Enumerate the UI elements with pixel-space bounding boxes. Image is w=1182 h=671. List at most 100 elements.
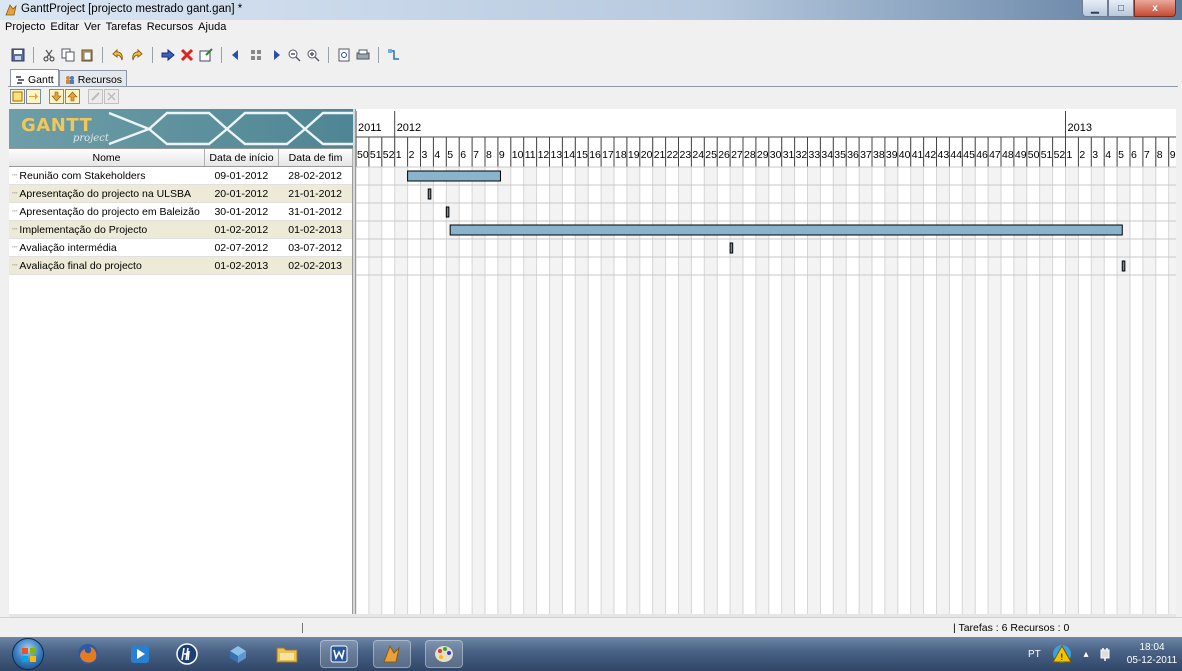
week-label: 27 — [731, 149, 743, 161]
center-view-icon[interactable] — [248, 47, 264, 63]
hp-icon[interactable] — [172, 640, 202, 668]
show-hidden-icons-icon[interactable]: ▴ — [1078, 640, 1094, 668]
week-label: 44 — [950, 149, 962, 161]
media-player-icon[interactable] — [125, 640, 155, 668]
week-label: 21 — [654, 149, 666, 161]
undo-icon[interactable] — [110, 47, 126, 63]
toolbar-separator — [378, 47, 379, 63]
week-label: 50 — [357, 149, 369, 161]
tab-recursos-label: Recursos — [77, 74, 123, 86]
week-label: 2 — [1079, 149, 1085, 161]
task-row[interactable]: ┄ Implementação do Projecto 01-02-2012 01… — [9, 221, 352, 239]
unlink-disabled-icon — [104, 89, 119, 104]
system-clock[interactable]: 18:04 05-12-2011 — [1126, 641, 1178, 667]
menu-editar[interactable]: Editar — [48, 20, 82, 35]
title-bar[interactable]: GanttProject [projecto mestrado gant.gan… — [0, 0, 1182, 20]
preview-icon[interactable] — [336, 47, 352, 63]
task-end-date: 03-07-2012 — [288, 241, 342, 254]
task-row[interactable]: ┄ Avaliação intermédia 02-07-2012 03-07-2… — [9, 239, 352, 257]
toolbar-separator — [33, 47, 34, 63]
task-name: Apresentação do projecto na ULSBA — [19, 187, 192, 200]
week-label: 11 — [525, 149, 536, 161]
week-label: 49 — [1015, 149, 1027, 161]
status-summary: | Tarefas : 6 Recursos : 0 — [953, 622, 1070, 634]
tab-gantt[interactable]: Gantt — [10, 69, 59, 87]
new-task-icon[interactable] — [10, 89, 25, 104]
week-label: 8 — [1157, 149, 1163, 161]
delete-icon[interactable] — [179, 47, 195, 63]
column-header-name[interactable]: Nome — [9, 149, 205, 166]
redo-icon[interactable] — [129, 47, 145, 63]
year-header-band — [356, 109, 1176, 137]
week-label: 9 — [1170, 149, 1176, 161]
gantt-chart-canvas[interactable]: 50 51 52 1 2 3 4 5 6 7 8 9 10 11 12 13 14 15 16 17 18 19 20 21 2… — [356, 109, 1176, 614]
week-label: 51 — [1041, 149, 1053, 161]
input-language[interactable]: PT — [1028, 649, 1041, 660]
week-column-band — [420, 167, 434, 614]
menu-recursos[interactable]: Recursos — [145, 20, 196, 35]
week-label: 9 — [499, 149, 505, 161]
week-label: 39 — [886, 149, 898, 161]
print-icon[interactable] — [355, 47, 371, 63]
week-label: 32 — [796, 149, 808, 161]
zoom-in-icon[interactable] — [305, 47, 321, 63]
scroll-right-icon[interactable] — [267, 47, 283, 63]
start-button-icon[interactable] — [12, 638, 44, 670]
menu-ver[interactable]: Ver — [82, 20, 104, 35]
notification-flag-icon[interactable]: ! — [1048, 640, 1076, 668]
zoom-out-icon[interactable] — [286, 47, 302, 63]
menu-tarefas[interactable]: Tarefas — [104, 20, 145, 35]
ganttproject-taskbar-icon[interactable] — [373, 640, 411, 668]
maximize-button[interactable]: □ — [1108, 0, 1134, 17]
menu-projecto[interactable]: Projecto — [3, 20, 48, 35]
properties-icon[interactable] — [198, 47, 214, 63]
network-app-icon[interactable] — [223, 640, 253, 668]
tab-gantt-label: Gantt — [28, 73, 54, 86]
firefox-icon[interactable] — [73, 640, 103, 668]
file-explorer-icon[interactable] — [272, 640, 302, 668]
week-label: 46 — [976, 149, 988, 161]
task-start-date: 02-07-2012 — [214, 241, 269, 254]
week-label: 6 — [1131, 149, 1137, 161]
copy-icon[interactable] — [60, 47, 76, 63]
week-label: 47 — [989, 149, 1001, 161]
task-row[interactable]: ┄ Apresentação do projecto na ULSBA 20-01… — [9, 185, 352, 203]
task-name: Avaliação final do projecto — [19, 259, 142, 272]
task-row[interactable]: ┄ Apresentação do projecto em Baleizão 30… — [9, 203, 352, 221]
scroll-left-icon[interactable] — [229, 47, 245, 63]
paint-icon[interactable] — [425, 640, 463, 668]
indent-arrow-icon[interactable] — [160, 47, 176, 63]
move-up-icon[interactable] — [65, 89, 80, 104]
minimize-button[interactable]: ▁ — [1082, 0, 1108, 17]
tab-recursos[interactable]: Recursos — [58, 70, 128, 87]
paste-icon[interactable] — [79, 47, 95, 63]
menu-ajuda[interactable]: Ajuda — [196, 20, 229, 35]
menu-bar: Projecto Editar Ver Tarefas Recursos Aju… — [0, 20, 1182, 35]
resources-tab-icon — [65, 76, 74, 84]
task-row[interactable]: ┄ Reunião com Stakeholders 09-01-2012 28-… — [9, 167, 352, 185]
close-button[interactable]: x — [1134, 0, 1176, 17]
critical-path-icon[interactable] — [386, 47, 402, 63]
year-label: 2013 — [1068, 122, 1092, 134]
week-label: 23 — [680, 149, 692, 161]
task-bar — [449, 224, 1123, 236]
windows-taskbar: PT ! ▴ 18:04 05-12-2011 — [0, 637, 1182, 671]
column-header-end[interactable]: Data de fim — [279, 149, 353, 166]
task-row[interactable]: ┄ Avaliação final do projecto 01-02-2013 … — [9, 257, 352, 275]
word-icon[interactable] — [320, 640, 358, 668]
column-header-start[interactable]: Data de início — [205, 149, 279, 166]
view-tabs: Gantt Recursos — [10, 69, 128, 87]
week-column-band — [1142, 167, 1156, 614]
power-plug-icon[interactable] — [1096, 640, 1114, 668]
week-label: 1 — [396, 149, 402, 161]
week-label: 42 — [925, 149, 937, 161]
link-task-icon[interactable] — [26, 89, 41, 104]
gantt-chart[interactable]: 50 51 52 1 2 3 4 5 6 7 8 9 10 11 12 13 14 15 16 17 18 19 20 21 2… — [355, 109, 1176, 614]
tree-line-icon: ┄ — [12, 188, 18, 198]
move-down-icon[interactable] — [49, 89, 64, 104]
week-label: 28 — [744, 149, 756, 161]
cut-icon[interactable] — [41, 47, 57, 63]
week-label: 14 — [563, 149, 575, 161]
save-icon[interactable] — [10, 47, 26, 63]
task-end-date: 31-01-2012 — [288, 205, 342, 218]
